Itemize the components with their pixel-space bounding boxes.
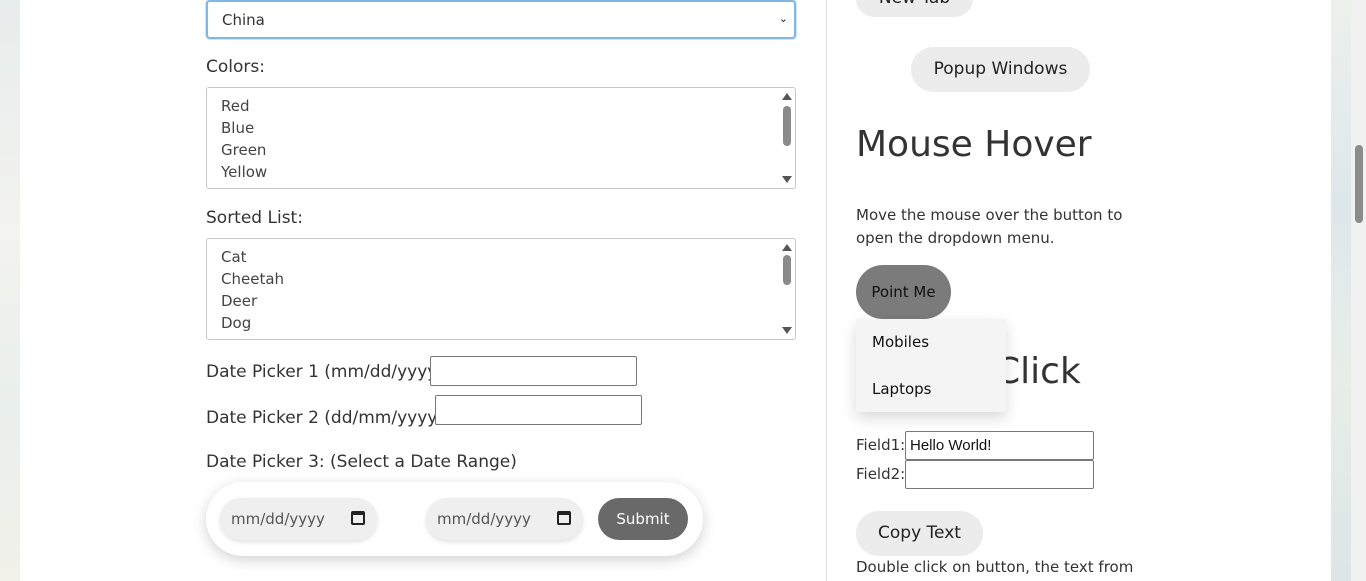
copy-text-button[interactable]: Copy Text — [856, 511, 983, 556]
scroll-up-arrow-icon[interactable] — [782, 244, 792, 251]
new-tab-button[interactable]: New Tab — [856, 0, 973, 17]
submit-button[interactable]: Submit — [598, 498, 688, 540]
field1-input[interactable]: Hello World! — [905, 431, 1094, 460]
sorted-option-cat[interactable]: Cat — [207, 246, 779, 268]
mouse-hover-heading: Mouse Hover — [856, 124, 1092, 165]
column-divider — [826, 0, 827, 581]
date-picker-1-input[interactable] — [430, 356, 637, 386]
sorted-list-label: Sorted List: — [206, 208, 303, 228]
double-click-description: Double click on button, the text from — [856, 558, 1134, 576]
calendar-icon[interactable] — [557, 511, 571, 525]
date-range-card: mm/dd/yyyy mm/dd/yyyy Submit — [206, 482, 703, 556]
sorted-listbox-scrollbar[interactable] — [781, 241, 793, 337]
date-range-end-placeholder: mm/dd/yyyy — [437, 510, 531, 528]
sorted-option-dog[interactable]: Dog — [207, 312, 779, 334]
colors-listbox-scrollbar[interactable] — [781, 90, 793, 186]
field2-label: Field2: — [856, 465, 906, 483]
background-right-edge — [1331, 0, 1351, 581]
colors-listbox[interactable]: Red Blue Green Yellow — [206, 87, 796, 189]
scroll-down-arrow-icon[interactable] — [782, 176, 792, 183]
calendar-icon[interactable] — [351, 511, 365, 525]
colors-option-green[interactable]: Green — [207, 139, 779, 161]
date-picker-2-label: Date Picker 2 (dd/mm/yyyy) : — [206, 408, 456, 428]
colors-label: Colors: — [206, 57, 265, 77]
date-range-start-input[interactable]: mm/dd/yyyy — [220, 498, 377, 540]
date-picker-2-input[interactable] — [435, 395, 642, 425]
popup-windows-button[interactable]: Popup Windows — [911, 47, 1090, 92]
field2-input[interactable] — [905, 460, 1094, 489]
scroll-down-arrow-icon[interactable] — [782, 327, 792, 334]
country-select[interactable]: China ⌄ — [206, 0, 796, 39]
dropdown-item-laptops[interactable]: Laptops — [872, 380, 931, 398]
scroll-up-arrow-icon[interactable] — [782, 93, 792, 100]
date-range-end-input[interactable]: mm/dd/yyyy — [426, 498, 583, 540]
sorted-option-cheetah[interactable]: Cheetah — [207, 268, 779, 290]
sorted-listbox[interactable]: Cat Cheetah Deer Dog — [206, 238, 796, 340]
date-range-start-placeholder: mm/dd/yyyy — [231, 510, 325, 528]
page-scroll-thumb[interactable] — [1355, 145, 1363, 223]
scroll-thumb[interactable] — [783, 255, 791, 285]
page-scrollbar[interactable] — [1351, 0, 1366, 581]
point-me-button[interactable]: Point Me — [856, 265, 951, 319]
date-picker-3-label: Date Picker 3: (Select a Date Range) — [206, 452, 517, 472]
background-left-edge — [0, 0, 20, 581]
field1-label: Field1: — [856, 436, 906, 454]
sorted-option-deer[interactable]: Deer — [207, 290, 779, 312]
chevron-down-icon: ⌄ — [778, 12, 788, 25]
dropdown-item-mobiles[interactable]: Mobiles — [872, 333, 929, 351]
country-select-value: China — [222, 11, 265, 29]
colors-option-yellow[interactable]: Yellow — [207, 161, 779, 183]
hover-dropdown-menu: Mobiles Laptops — [856, 319, 1006, 412]
scroll-thumb[interactable] — [783, 106, 791, 146]
colors-option-red[interactable]: Red — [207, 95, 779, 117]
mouse-hover-description: Move the mouse over the button to open t… — [856, 206, 1123, 247]
date-picker-1-label: Date Picker 1 (mm/dd/yyyy): — [206, 362, 450, 382]
colors-option-blue[interactable]: Blue — [207, 117, 779, 139]
